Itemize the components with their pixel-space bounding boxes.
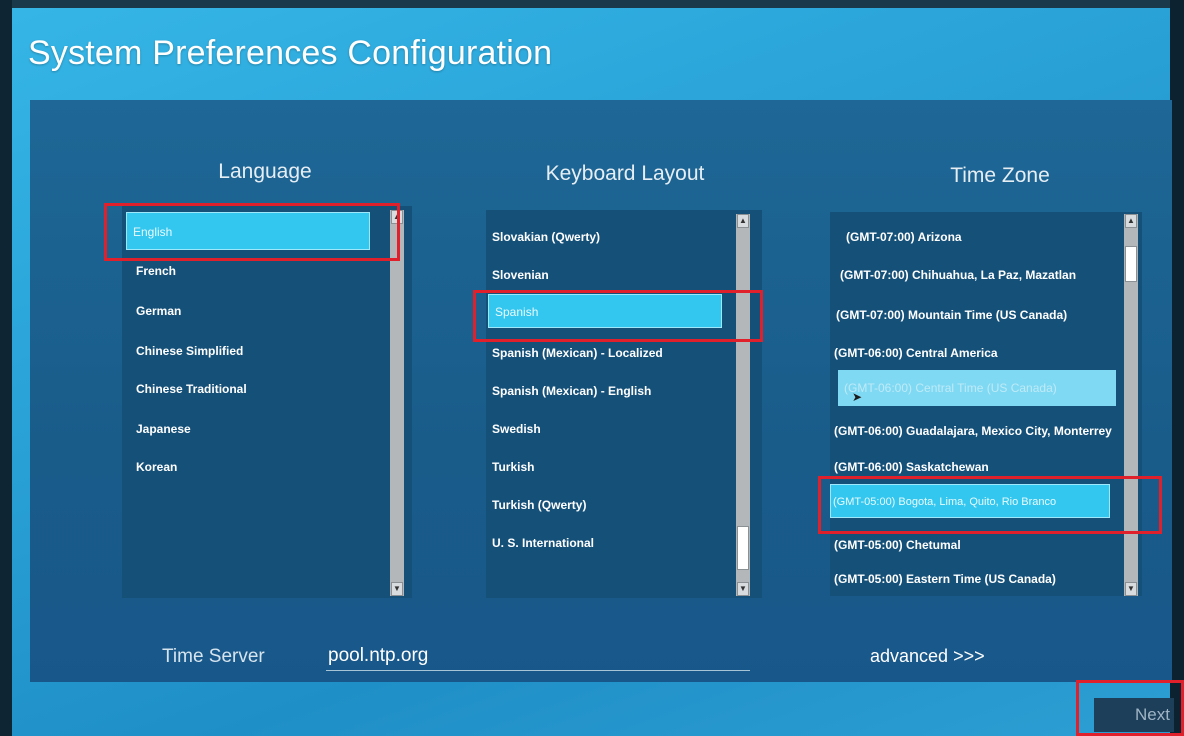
keyboard-highlight-box (473, 290, 763, 342)
screen-bezel-top (0, 0, 1184, 8)
screen-bezel-right (1170, 0, 1184, 736)
keyboard-item-turkish-qwerty[interactable]: Turkish (Qwerty) (492, 492, 586, 518)
timezone-item-chetumal[interactable]: (GMT-05:00) Chetumal (834, 532, 961, 558)
timezone-item-guadalajara[interactable]: (GMT-06:00) Guadalajara, Mexico City, Mo… (834, 418, 1112, 444)
timezone-item-arizona[interactable]: (GMT-07:00) Arizona (846, 224, 962, 250)
keyboard-item-turkish[interactable]: Turkish (492, 454, 534, 480)
keyboard-scroll-up-button[interactable]: ▲ (737, 214, 749, 228)
page-title: System Preferences Configuration (28, 34, 553, 72)
next-highlight-box (1076, 680, 1184, 736)
language-scroll-down-button[interactable]: ▼ (391, 582, 403, 596)
keyboard-item-us-international[interactable]: U. S. International (492, 530, 594, 556)
timezone-item-eastern-time[interactable]: (GMT-05:00) Eastern Time (US Canada) (834, 566, 1056, 592)
timezone-item-central-time[interactable]: (GMT-06:00) Central Time (US Canada) (838, 370, 1116, 406)
keyboard-item-spanish-mexican-english[interactable]: Spanish (Mexican) - English (492, 378, 651, 404)
time-zone-highlight-box (818, 476, 1162, 534)
time-server-input[interactable] (326, 642, 750, 671)
language-scrollbar[interactable] (390, 210, 404, 596)
advanced-link[interactable]: advanced >>> (870, 646, 985, 667)
language-item-chinese-traditional[interactable]: Chinese Traditional (136, 376, 247, 402)
keyboard-item-slovakian-qwerty[interactable]: Slovakian (Qwerty) (492, 224, 600, 250)
time-zone-scroll-down-button[interactable]: ▼ (1125, 582, 1137, 596)
time-zone-heading: Time Zone (950, 164, 1050, 187)
language-item-german[interactable]: German (136, 298, 181, 324)
time-zone-scroll-thumb[interactable] (1125, 246, 1137, 282)
timezone-item-central-america[interactable]: (GMT-06:00) Central America (834, 340, 998, 366)
language-item-japanese[interactable]: Japanese (136, 416, 191, 442)
time-server-label: Time Server (162, 646, 265, 667)
time-zone-scroll-up-button[interactable]: ▲ (1125, 214, 1137, 228)
keyboard-scroll-down-button[interactable]: ▼ (737, 582, 749, 596)
timezone-item-mountain-time[interactable]: (GMT-07:00) Mountain Time (US Canada) (836, 302, 1067, 328)
keyboard-item-swedish[interactable]: Swedish (492, 416, 541, 442)
timezone-item-chihuahua[interactable]: (GMT-07:00) Chihuahua, La Paz, Mazatlan (840, 262, 1076, 288)
keyboard-item-spanish-mexican-localized[interactable]: Spanish (Mexican) - Localized (492, 340, 663, 366)
screen-bezel-left (0, 0, 12, 736)
keyboard-scroll-thumb[interactable] (737, 526, 749, 570)
keyboard-layout-heading: Keyboard Layout (545, 162, 705, 185)
language-item-french[interactable]: French (136, 258, 176, 284)
keyboard-item-slovenian[interactable]: Slovenian (492, 262, 549, 288)
mouse-pointer-icon: ➤ (852, 390, 863, 404)
language-item-chinese-simplified[interactable]: Chinese Simplified (136, 338, 243, 364)
language-heading: Language (218, 160, 312, 183)
language-highlight-box (104, 203, 400, 261)
language-item-korean[interactable]: Korean (136, 454, 177, 480)
